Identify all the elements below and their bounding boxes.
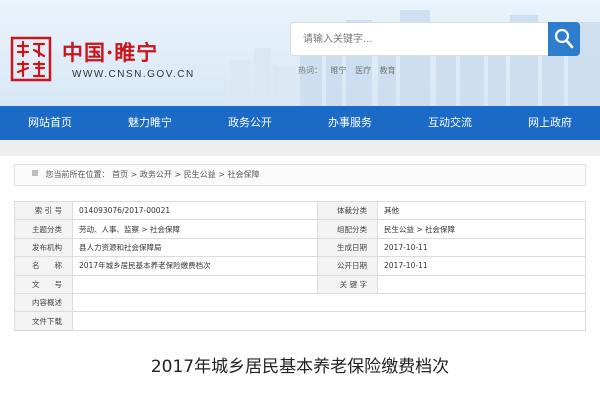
- table-row: 发布机构 县人力资源和社会保障局 生成日期 2017-10-11: [14, 237, 586, 258]
- breadcrumb-sep: >: [174, 170, 182, 179]
- value-created-date: 2017-10-11: [377, 237, 586, 258]
- search-button[interactable]: [548, 22, 580, 56]
- site-domain: WWW.CNSN.GOV.CN: [72, 69, 195, 80]
- main-nav: 网站首页 魅力睢宁 政务公开 办事服务 互动交流 网上政府: [0, 106, 600, 140]
- nav-item-online-gov[interactable]: 网上政府: [500, 106, 600, 140]
- label-keywords: 关 键 字: [317, 274, 378, 294]
- label-category: 组配分类: [317, 219, 378, 239]
- site-header: 中国·睢宁 WWW.CNSN.GOV.CN 热词： 睢宁 医疗 教育: [0, 0, 600, 106]
- label-index-no: 索 引 号: [14, 200, 73, 221]
- label-created-date: 生成日期: [317, 237, 378, 258]
- breadcrumb-prefix: 您当前所在位置：: [45, 170, 110, 179]
- breadcrumb-link-social-security[interactable]: 社会保障: [227, 170, 259, 179]
- label-publisher: 发布机构: [14, 237, 73, 258]
- label-doc-no: 文 号: [14, 274, 73, 294]
- breadcrumb-link-home[interactable]: 首页: [112, 170, 128, 179]
- nav-item-charm[interactable]: 魅力睢宁: [100, 106, 200, 140]
- label-genre: 体裁分类: [317, 200, 378, 221]
- table-row: 文 号 关 键 字: [14, 274, 586, 294]
- value-publisher: 县人力资源和社会保障局: [72, 237, 318, 258]
- value-doc-no: [72, 274, 318, 294]
- divider-band: [0, 140, 600, 156]
- value-genre: 其他: [377, 200, 586, 221]
- table-row: 名 称 2017年城乡居民基本养老保险缴费档次 公开日期 2017-10-11: [14, 256, 586, 276]
- article-title: 2017年城乡居民基本养老保险缴费档次: [150, 357, 450, 377]
- document-info-table: 索 引 号 014093076/2017-00021 体裁分类 其他 主题分类 …: [14, 200, 586, 331]
- hot-word-link[interactable]: 睢宁: [331, 66, 347, 75]
- label-name: 名 称: [14, 256, 73, 276]
- label-download: 文件下载: [14, 311, 73, 331]
- nav-item-services[interactable]: 办事服务: [300, 106, 400, 140]
- search-icon: [554, 28, 574, 49]
- breadcrumb-link-gov[interactable]: 政务公开: [140, 170, 172, 179]
- location-icon: [32, 170, 38, 176]
- nav-item-interaction[interactable]: 互动交流: [400, 106, 500, 140]
- site-logo[interactable]: 中国·睢宁 WWW.CNSN.GOV.CN: [10, 36, 210, 96]
- label-summary: 内容概述: [14, 292, 73, 313]
- breadcrumb-sep: >: [218, 170, 225, 179]
- site-name: 中国·睢宁: [62, 40, 159, 65]
- value-name: 2017年城乡居民基本养老保险缴费档次: [72, 256, 318, 276]
- label-topic: 主题分类: [14, 219, 73, 239]
- nav-item-home[interactable]: 网站首页: [0, 106, 100, 140]
- value-download[interactable]: [72, 311, 586, 331]
- search-box: [290, 22, 578, 56]
- breadcrumb: 您当前所在位置： 首页 > 政务公开 > 民生公益 > 社会保障: [14, 164, 586, 186]
- table-row: 索 引 号 014093076/2017-00021 体裁分类 其他: [14, 200, 586, 221]
- label-publish-date: 公开日期: [317, 256, 378, 276]
- hot-words-label: 热词：: [298, 66, 322, 75]
- table-row: 内容概述: [14, 292, 586, 313]
- value-summary: [72, 292, 586, 313]
- value-index-no: 014093076/2017-00021: [72, 200, 318, 221]
- breadcrumb-link-welfare[interactable]: 民生公益: [184, 170, 216, 179]
- hot-words: 热词： 睢宁 医疗 教育: [298, 65, 402, 76]
- value-publish-date: 2017-10-11: [377, 256, 586, 276]
- value-keywords: [377, 274, 586, 294]
- value-topic: 劳动、人事、监察 > 社会保障: [72, 219, 318, 239]
- nav-item-gov-affairs[interactable]: 政务公开: [200, 106, 300, 140]
- search-input[interactable]: [291, 23, 541, 55]
- seal-logo-icon: [10, 36, 52, 82]
- hot-word-link[interactable]: 教育: [380, 66, 396, 75]
- value-category: 民生公益 > 社会保障: [377, 219, 586, 239]
- table-row: 文件下载: [14, 311, 586, 331]
- breadcrumb-sep: >: [130, 170, 138, 179]
- hot-word-link[interactable]: 医疗: [355, 66, 371, 75]
- table-row: 主题分类 劳动、人事、监察 > 社会保障 组配分类 民生公益 > 社会保障: [14, 219, 586, 239]
